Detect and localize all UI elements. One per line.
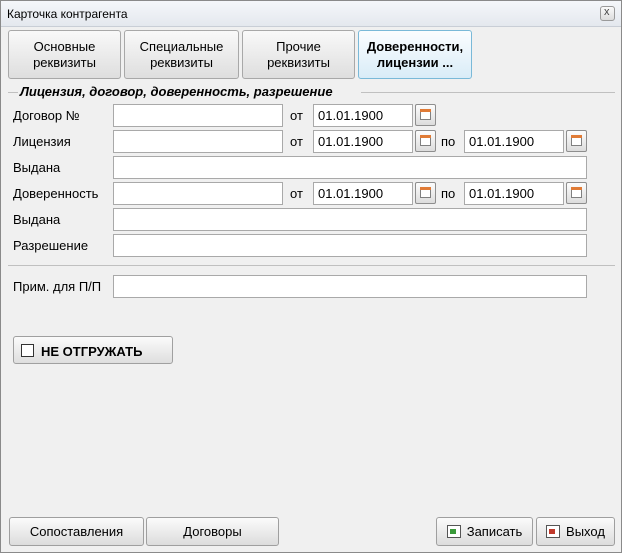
save-button[interactable]: Записать: [436, 517, 533, 546]
permit-input[interactable]: [113, 234, 587, 257]
license-issued-by-input[interactable]: [113, 156, 587, 179]
save-icon: [446, 525, 461, 538]
mappings-button-label: Сопоставления: [29, 524, 124, 539]
contracts-button-label: Договоры: [183, 524, 242, 539]
mappings-button[interactable]: Сопоставления: [9, 517, 144, 546]
contract-label: Договор №: [13, 108, 80, 123]
save-button-label: Записать: [466, 524, 523, 539]
license-input[interactable]: [113, 130, 283, 153]
calendar-icon: [571, 187, 582, 198]
issued-by-label: Выдана: [13, 212, 61, 227]
contract-from-date-input[interactable]: 01.01.1900: [313, 104, 413, 127]
calendar-icon: [420, 187, 431, 198]
window-title: Карточка контрагента: [7, 7, 128, 21]
permit-label: Разрешение: [13, 238, 89, 253]
close-icon: x: [604, 6, 610, 18]
section-divider-left: [8, 92, 18, 93]
tab-main-details[interactable]: Основные реквизиты: [8, 30, 121, 79]
calendar-button[interactable]: [566, 130, 587, 152]
license-to-date-input[interactable]: 01.01.1900: [464, 130, 564, 153]
poa-from-label: от: [290, 186, 303, 201]
poa-issued-by-input[interactable]: [113, 208, 587, 231]
no-shipment-label: НЕ ОТГРУЖАТЬ: [41, 344, 143, 359]
poa-to-date-input[interactable]: 01.01.1900: [464, 182, 564, 205]
calendar-button[interactable]: [415, 104, 436, 126]
issued-by-label: Выдана: [13, 160, 61, 175]
close-button[interactable]: x: [600, 6, 615, 21]
tab-other-details[interactable]: Прочие реквизиты: [242, 30, 355, 79]
poa-to-label: по: [441, 186, 456, 201]
counterparty-card-window: Карточка контрагента x Основные реквизит…: [0, 0, 622, 553]
section-title: Лицензия, договор, доверенность, разреше…: [20, 84, 336, 99]
license-from-label: от: [290, 134, 303, 149]
no-shipment-toggle[interactable]: НЕ ОТГРУЖАТЬ: [13, 336, 173, 364]
section-divider-right: [361, 92, 615, 93]
exit-button-label: Выход: [566, 524, 605, 539]
divider: [8, 265, 615, 266]
power-of-attorney-input[interactable]: [113, 182, 283, 205]
contract-number-input[interactable]: [113, 104, 283, 127]
contracts-button[interactable]: Договоры: [146, 517, 279, 546]
calendar-button[interactable]: [415, 130, 436, 152]
tab-special-details[interactable]: Специальные реквизиты: [124, 30, 239, 79]
calendar-button[interactable]: [566, 182, 587, 204]
checkbox-icon[interactable]: [21, 344, 34, 357]
calendar-icon: [420, 135, 431, 146]
power-of-attorney-label: Доверенность: [13, 186, 99, 201]
license-label: Лицензия: [13, 134, 71, 149]
calendar-button[interactable]: [415, 182, 436, 204]
calendar-icon: [420, 109, 431, 120]
payment-note-label: Прим. для П/П: [13, 279, 102, 294]
calendar-icon: [571, 135, 582, 146]
payment-note-input[interactable]: [113, 275, 587, 298]
license-from-date-input[interactable]: 01.01.1900: [313, 130, 413, 153]
title-bar: Карточка контрагента x: [1, 1, 621, 27]
exit-icon: [546, 525, 561, 538]
poa-from-date-input[interactable]: 01.01.1900: [313, 182, 413, 205]
license-to-label: по: [441, 134, 456, 149]
contract-from-label: от: [290, 108, 303, 123]
tab-powers-licenses[interactable]: Доверенности, лицензии ...: [358, 30, 472, 79]
exit-button[interactable]: Выход: [536, 517, 615, 546]
